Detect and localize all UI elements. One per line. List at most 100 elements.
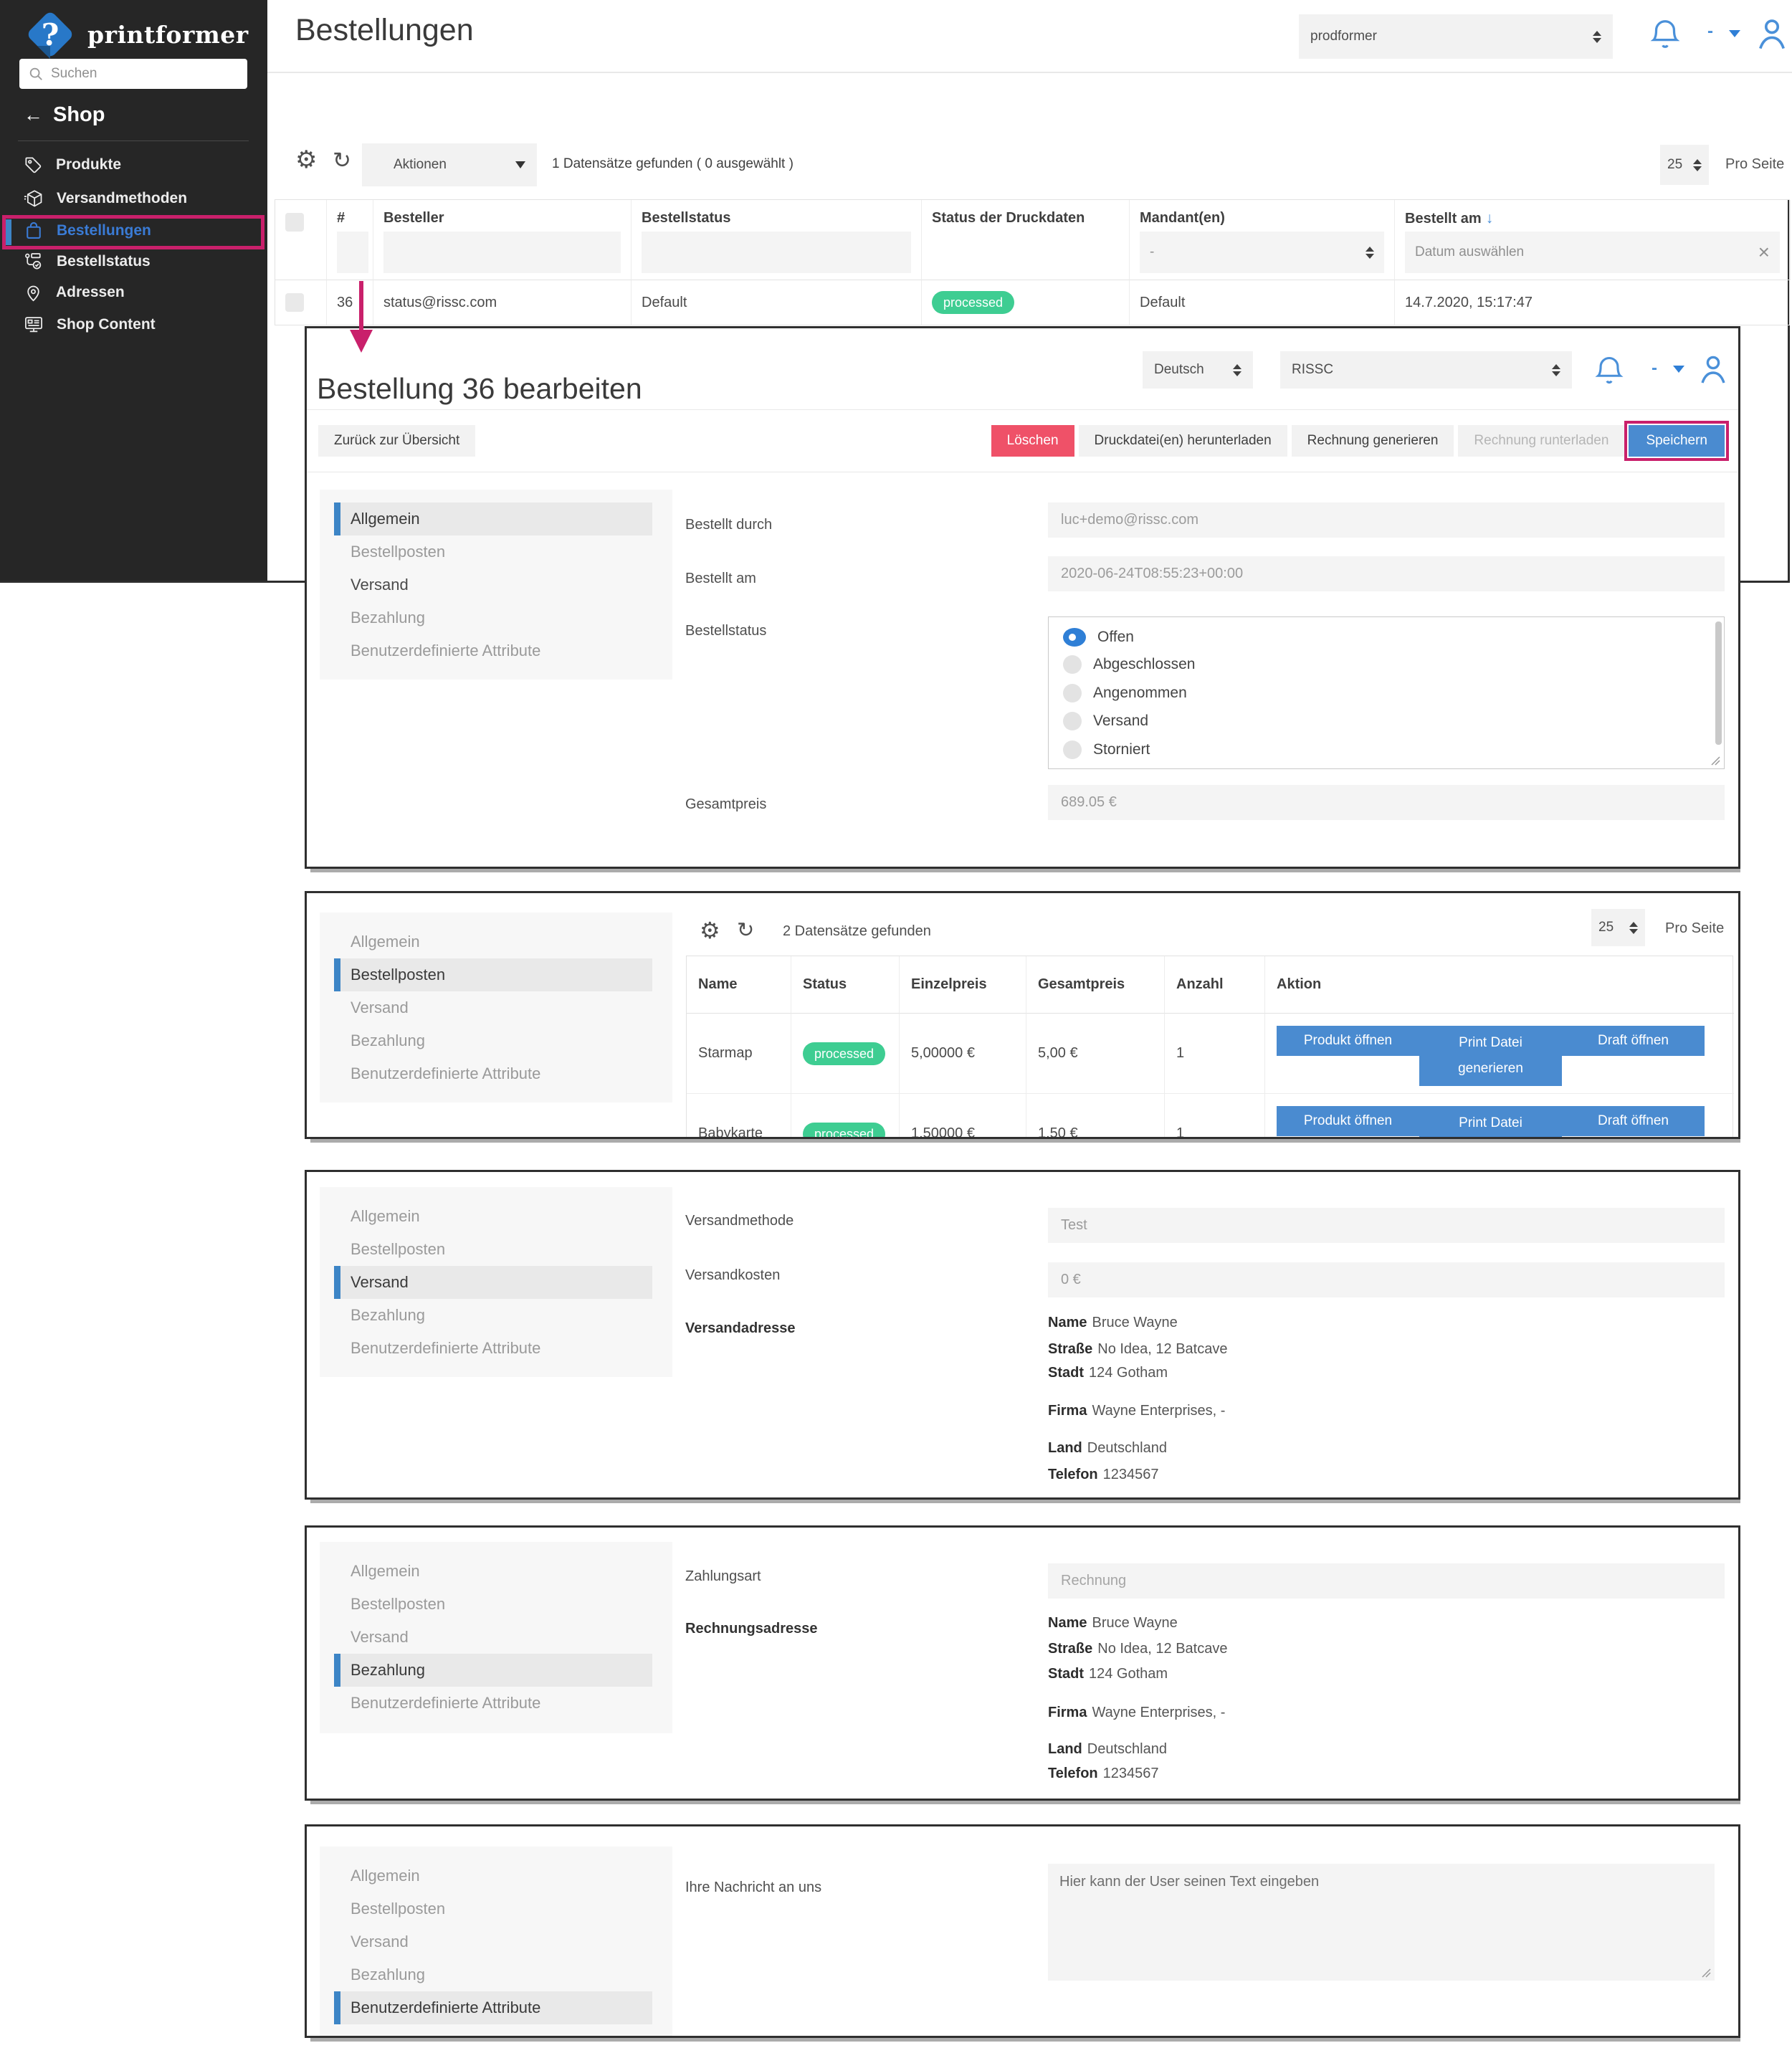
sidebar-item-bestellstatus[interactable]: Bestellstatus [0, 246, 267, 277]
sidebar-search-input[interactable]: Suchen [19, 59, 247, 89]
page-size-select[interactable]: 25 [1591, 909, 1645, 946]
panel-tenant-select[interactable]: RISSC [1280, 351, 1572, 389]
radio-icon[interactable] [1063, 712, 1082, 730]
besteller-filter-input[interactable] [383, 232, 621, 273]
chevron-down-icon[interactable] [1673, 366, 1684, 373]
column-header-bestellstatus[interactable]: Bestellstatus [632, 200, 922, 280]
status-option-versand[interactable]: Versand [1063, 708, 1148, 734]
resize-grip-icon[interactable] [1701, 1968, 1711, 1978]
order-date-cell[interactable]: 14.7.2020, 15:17:47 [1395, 280, 1791, 325]
user-icon[interactable] [1753, 14, 1791, 53]
nav-item-allgemein[interactable]: Allgemein [320, 1200, 672, 1233]
open-product-button[interactable]: Produkt öffnen [1277, 1026, 1419, 1056]
bestellt-durch-field[interactable]: luc+demo@rissc.com [1048, 502, 1725, 538]
radio-icon[interactable] [1063, 655, 1082, 674]
gear-icon[interactable]: ⚙ [700, 919, 720, 942]
sort-desc-icon[interactable]: ↓ [1486, 210, 1494, 227]
chevron-down-icon[interactable] [1729, 30, 1740, 37]
nav-item-allgemein[interactable]: Allgemein [334, 502, 652, 535]
status-option-offen[interactable]: Offen [1063, 624, 1134, 650]
back-to-overview-button[interactable]: Zurück zur Übersicht [318, 425, 475, 457]
nav-item-attribute[interactable]: Benutzerdefinierte Attribute [320, 634, 672, 667]
versandkosten-field[interactable]: 0 € [1048, 1262, 1725, 1297]
gesamtpreis-field[interactable]: 689.05 € [1048, 785, 1725, 820]
order-status-cell[interactable]: Default [632, 280, 922, 325]
delete-button[interactable]: Löschen [991, 425, 1074, 457]
column-header-druckdaten[interactable]: Status der Druckdaten [922, 200, 1130, 280]
nav-item-bestellposten[interactable]: Bestellposten [320, 1892, 672, 1925]
sidebar-item-shop-content[interactable]: Shop Content [0, 309, 267, 340]
nav-item-bezahlung[interactable]: Bezahlung [320, 1024, 672, 1057]
nav-item-allgemein[interactable]: Allgemein [320, 1859, 672, 1892]
sidebar-item-versandmethoden[interactable]: Versandmethoden [0, 183, 267, 214]
nav-item-versand[interactable]: Versand [320, 991, 672, 1024]
nav-item-bezahlung[interactable]: Bezahlung [320, 601, 672, 634]
nav-item-versand[interactable]: Versand [320, 568, 672, 601]
message-textarea[interactable]: Hier kann der User seinen Text eingeben [1048, 1864, 1715, 1981]
radio-icon[interactable] [1063, 684, 1082, 702]
page-size-select[interactable]: 25 [1660, 145, 1709, 185]
nr-filter-input[interactable] [337, 232, 368, 273]
generate-invoice-button[interactable]: Rechnung generieren [1292, 425, 1454, 457]
sidebar-item-produkte[interactable]: Produkte [0, 149, 267, 181]
language-select[interactable]: Deutsch [1143, 351, 1253, 389]
order-druckstatus-cell[interactable]: processed [922, 280, 1130, 325]
bestellstatus-filter-input[interactable] [642, 232, 911, 273]
order-besteller-cell[interactable]: status@rissc.com [373, 280, 632, 325]
row-checkbox[interactable] [285, 293, 304, 312]
open-product-button[interactable]: Produkt öffnen [1277, 1106, 1419, 1136]
order-mandant-cell[interactable]: Default [1130, 280, 1395, 325]
nav-item-versand[interactable]: Versand [320, 1925, 672, 1958]
nav-item-attribute[interactable]: Benutzerdefinierte Attribute [320, 1687, 672, 1720]
column-header-nr[interactable]: # [327, 200, 373, 280]
status-option-storniert[interactable]: Storniert [1063, 737, 1150, 763]
bell-icon[interactable] [1649, 16, 1682, 52]
download-printfiles-button[interactable]: Druckdatei(en) herunterladen [1079, 425, 1287, 457]
nav-item-bezahlung[interactable]: Bezahlung [334, 1654, 652, 1687]
nav-item-bezahlung[interactable]: Bezahlung [320, 1299, 672, 1332]
bell-icon[interactable] [1593, 353, 1625, 387]
back-arrow-icon[interactable]: ← [24, 105, 43, 125]
column-header-bestellt-am[interactable]: Bestellt am↓ Datum auswählen × [1395, 200, 1791, 280]
nav-item-attribute[interactable]: Benutzerdefinierte Attribute [320, 1332, 672, 1365]
sidebar-item-adressen[interactable]: Adressen [0, 277, 267, 308]
resize-grip-icon[interactable] [1710, 756, 1720, 766]
nav-item-allgemein[interactable]: Allgemein [320, 1555, 672, 1588]
nav-item-attribute[interactable]: Benutzerdefinierte Attribute [320, 1057, 672, 1090]
save-button[interactable]: Speichern [1629, 425, 1725, 457]
radio-icon[interactable] [1063, 740, 1082, 759]
column-header-besteller[interactable]: Besteller [373, 200, 632, 280]
nav-item-versand[interactable]: Versand [334, 1266, 652, 1299]
generate-print-file-button[interactable]: Print Datei generieren [1419, 1026, 1562, 1086]
gear-icon[interactable]: ⚙ [295, 148, 317, 172]
nav-item-versand[interactable]: Versand [320, 1621, 672, 1654]
download-invoice-button[interactable]: Rechnung runterladen [1458, 425, 1624, 457]
scrollbar-thumb[interactable] [1715, 621, 1722, 745]
date-filter-input[interactable]: Datum auswählen × [1405, 232, 1780, 273]
generate-print-file-button[interactable]: Print Datei generieren [1419, 1106, 1562, 1139]
refresh-icon[interactable]: ↻ [333, 149, 351, 171]
radio-selected-icon[interactable] [1063, 628, 1086, 647]
bestellt-am-field[interactable]: 2020-06-24T08:55:23+00:00 [1048, 556, 1725, 591]
open-draft-button[interactable]: Draft öffnen [1562, 1106, 1705, 1136]
nav-item-allgemein[interactable]: Allgemein [320, 925, 672, 958]
clear-filter-icon[interactable]: × [1758, 242, 1770, 262]
versandmethode-field[interactable]: Test [1048, 1208, 1725, 1243]
nav-item-bezahlung[interactable]: Bezahlung [320, 1958, 672, 1991]
app-logo[interactable]: ? printformer [20, 4, 249, 65]
zahlungsart-field[interactable]: Rechnung [1048, 1563, 1725, 1599]
status-option-angenommen[interactable]: Angenommen [1063, 680, 1187, 706]
nav-item-bestellposten[interactable]: Bestellposten [320, 535, 672, 568]
select-all-checkbox[interactable] [285, 213, 304, 232]
nav-item-bestellposten[interactable]: Bestellposten [320, 1588, 672, 1621]
open-draft-button[interactable]: Draft öffnen [1562, 1026, 1705, 1056]
status-option-abgeschlossen[interactable]: Abgeschlossen [1063, 652, 1195, 677]
mandant-filter-select[interactable]: - [1140, 232, 1384, 273]
nav-item-bestellposten[interactable]: Bestellposten [334, 958, 652, 991]
user-icon[interactable] [1696, 351, 1730, 387]
actions-dropdown[interactable]: Aktionen [362, 143, 537, 186]
nav-item-bestellposten[interactable]: Bestellposten [320, 1233, 672, 1266]
column-header-mandant[interactable]: Mandant(en) - [1130, 200, 1395, 280]
refresh-icon[interactable]: ↻ [737, 920, 754, 941]
nav-item-attribute[interactable]: Benutzerdefinierte Attribute [334, 1991, 652, 2024]
